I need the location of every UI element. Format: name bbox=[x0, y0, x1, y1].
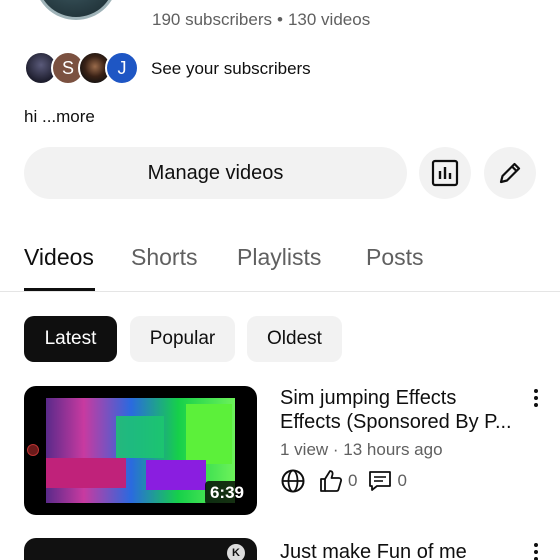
more-link[interactable]: ...more bbox=[42, 107, 95, 126]
manage-videos-label: Manage videos bbox=[147, 161, 284, 184]
tab-playlists[interactable]: Playlists bbox=[237, 244, 321, 271]
record-indicator-icon bbox=[27, 444, 39, 456]
subscriber-count: 190 subscribers bbox=[152, 10, 273, 29]
globe-icon bbox=[281, 469, 305, 493]
video-stats-row: 0 0 bbox=[280, 468, 417, 494]
video-meta: 1 view · 13 hours ago bbox=[280, 440, 443, 459]
analytics-button[interactable] bbox=[419, 147, 471, 199]
video-title[interactable]: Just make Fun of me bbox=[280, 540, 520, 560]
description-text: hi bbox=[24, 107, 42, 126]
video-thumbnail[interactable]: 6:39 bbox=[24, 386, 257, 515]
chip-latest[interactable]: Latest bbox=[24, 316, 117, 362]
thumbs-up-icon bbox=[320, 470, 343, 492]
tab-videos[interactable]: Videos bbox=[24, 244, 94, 271]
subscribers-row[interactable]: S J bbox=[24, 50, 139, 86]
subscriber-avatars: S J bbox=[24, 50, 139, 86]
see-subscribers-link[interactable]: See your subscribers bbox=[151, 59, 311, 79]
stats-separator: • bbox=[277, 10, 283, 29]
tab-posts[interactable]: Posts bbox=[366, 244, 424, 271]
video-title[interactable]: Sim jumping Effects Effects (Sponsored B… bbox=[280, 386, 520, 434]
channel-stats: 190 subscribers • 130 videos bbox=[152, 10, 370, 30]
subscriber-avatar: J bbox=[105, 51, 139, 85]
chip-oldest[interactable]: Oldest bbox=[247, 316, 342, 362]
channel-description[interactable]: hi ...more bbox=[24, 107, 95, 127]
channel-avatar[interactable] bbox=[34, 0, 118, 20]
comment-icon bbox=[369, 471, 392, 491]
comment-count: 0 bbox=[397, 471, 407, 490]
video-thumbnail[interactable]: K bbox=[24, 538, 257, 560]
tab-shorts[interactable]: Shorts bbox=[131, 244, 197, 271]
video-count: 130 videos bbox=[287, 10, 371, 29]
pencil-icon bbox=[499, 162, 521, 184]
more-options-icon[interactable] bbox=[524, 386, 548, 410]
active-tab-indicator bbox=[24, 288, 95, 291]
channel-tabs: Videos Shorts Playlists Posts bbox=[0, 240, 560, 292]
chip-popular[interactable]: Popular bbox=[130, 316, 235, 362]
bar-chart-icon bbox=[431, 159, 459, 187]
more-options-icon[interactable] bbox=[524, 540, 548, 560]
manage-videos-button[interactable]: Manage videos bbox=[24, 147, 407, 199]
video-duration: 6:39 bbox=[204, 481, 249, 505]
channel-badge-icon: K bbox=[227, 544, 245, 560]
edit-channel-button[interactable] bbox=[484, 147, 536, 199]
like-count: 0 bbox=[348, 471, 358, 490]
